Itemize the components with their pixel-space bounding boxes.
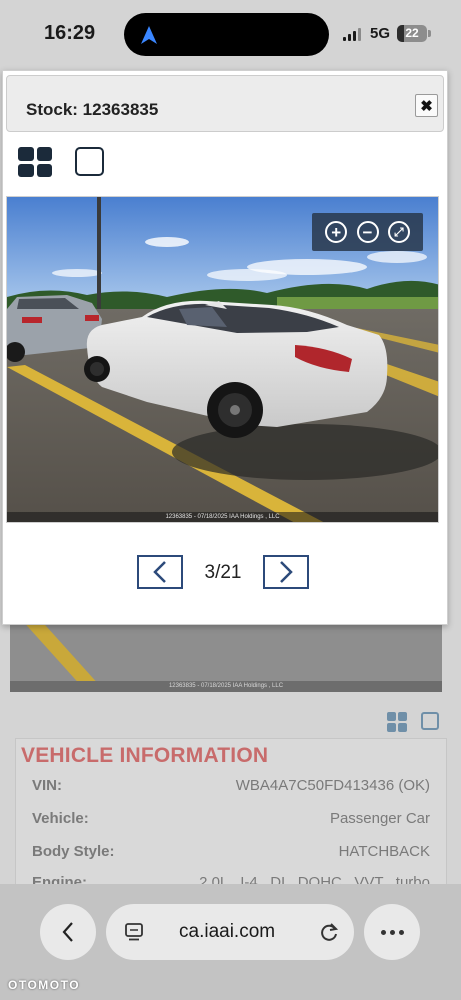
grid-view-button[interactable]	[18, 147, 52, 177]
info-row-vehicle: Vehicle: Passenger Car	[32, 810, 430, 832]
url-text: ca.iaai.com	[179, 921, 276, 942]
dot-icon	[380, 929, 386, 935]
modal-title: Stock: 12363835	[26, 100, 159, 119]
single-view-icon	[421, 712, 439, 730]
zoom-out-icon[interactable]: −	[356, 221, 379, 243]
zoom-in-icon[interactable]: +	[325, 221, 348, 243]
photo-pager: 3/21	[3, 555, 449, 591]
background-photo-caption: 12363835 - 07/18/2025 IAA Holdings , LLC	[10, 681, 442, 692]
dot-icon	[398, 929, 404, 935]
info-row-body-style: Body Style: HATCHBACK	[32, 843, 430, 865]
zoom-toolbar: + − ⤢	[312, 213, 423, 251]
status-bar: 16:29 5G 22	[0, 0, 461, 68]
background-view-toggle	[387, 712, 439, 732]
info-key: Body Style:	[32, 843, 115, 860]
info-key: Vehicle:	[32, 810, 89, 827]
cellular-signal-icon	[343, 28, 361, 41]
photo-modal: Stock: 12363835 ✖ + − ⤢ 12363835 - 07/18…	[2, 70, 448, 625]
vehicle-information-card: VEHICLE INFORMATION VIN: WBA4A7C50FD4134…	[15, 738, 447, 898]
vehicle-photo-viewer[interactable]: + − ⤢ 12363835 - 07/18/2025 IAA Holdings…	[6, 196, 439, 523]
chevron-left-icon	[153, 561, 166, 583]
reader-mode-icon[interactable]	[124, 922, 144, 942]
single-view-button[interactable]	[75, 147, 104, 176]
chevron-left-icon	[62, 922, 73, 942]
info-value: Passenger Car	[329, 810, 430, 827]
dot-icon	[389, 929, 395, 935]
battery-percentage: 22	[405, 26, 419, 40]
next-photo-button[interactable]	[263, 555, 309, 589]
back-button[interactable]	[40, 904, 96, 960]
info-value: HATCHBACK	[338, 843, 430, 860]
address-bar[interactable]: ca.iaai.com	[106, 904, 354, 960]
chevron-right-icon	[280, 561, 293, 583]
vehicle-information-title: VEHICLE INFORMATION	[21, 744, 269, 767]
background-vehicle-photo: 12363835 - 07/18/2025 IAA Holdings , LLC	[10, 618, 442, 692]
grid-view-icon	[387, 712, 407, 732]
battery-icon: 22	[397, 25, 427, 42]
fullscreen-icon[interactable]: ⤢	[387, 221, 410, 243]
more-options-button[interactable]	[364, 904, 420, 960]
photo-caption: 12363835 - 07/18/2025 IAA Holdings , LLC	[7, 512, 438, 522]
battery-tip	[428, 30, 431, 37]
modal-header: Stock: 12363835 ✖	[6, 75, 444, 132]
info-key: VIN:	[32, 777, 62, 794]
dynamic-island	[124, 13, 329, 56]
photo-counter: 3/21	[204, 562, 242, 583]
location-arrow-icon	[141, 26, 157, 44]
previous-photo-button[interactable]	[137, 555, 183, 589]
network-label: 5G	[370, 25, 391, 42]
close-button[interactable]: ✖	[415, 94, 438, 117]
reload-icon[interactable]	[318, 921, 340, 943]
info-row-vin: VIN: WBA4A7C50FD413436 (OK)	[32, 777, 430, 799]
watermark: OTOMOTO	[8, 978, 81, 992]
info-value: WBA4A7C50FD413436 (OK)	[235, 777, 430, 794]
status-time: 16:29	[44, 22, 96, 44]
